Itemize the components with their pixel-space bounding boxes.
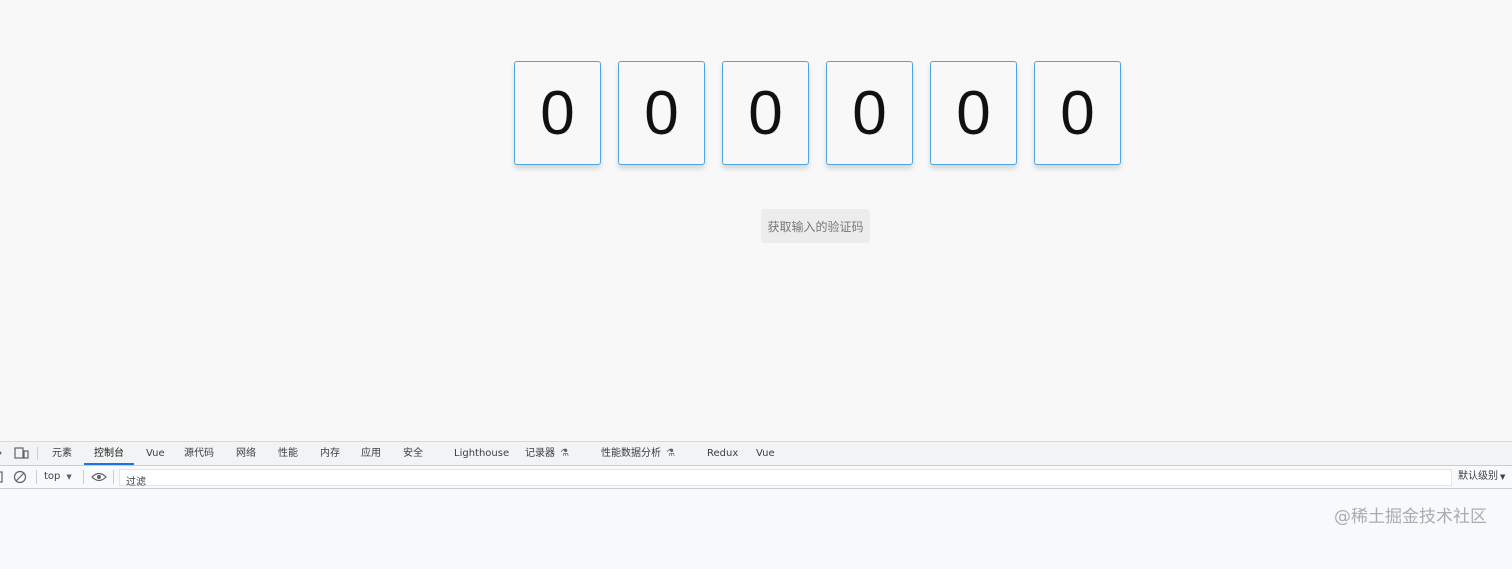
inspect-element-icon[interactable] xyxy=(0,447,3,462)
tab-lighthouse[interactable]: Lighthouse xyxy=(454,442,509,465)
caret-down-icon: ▼ xyxy=(1500,473,1506,481)
tab-redux[interactable]: Redux xyxy=(707,442,738,465)
caret-down-icon: ▼ xyxy=(66,473,72,481)
devtools-panel: 元素 控制台 Vue 源代码 网络 性能 内存 应用 安全 Lighthouse… xyxy=(0,441,1512,569)
clear-console-icon[interactable] xyxy=(13,470,27,487)
tab-performance-insights[interactable]: 性能数据分析 ⚗ xyxy=(601,442,675,465)
live-expression-icon[interactable] xyxy=(91,471,107,486)
site-watermark: @稀土掘金技术社区 xyxy=(1334,507,1487,527)
tab-divider xyxy=(37,447,38,460)
code-digit-box-6 xyxy=(1034,61,1121,165)
console-toolbar: top▼ 默认级别▼ xyxy=(0,466,1512,490)
code-digit-box-1 xyxy=(514,61,601,165)
sidebar-toggle-icon[interactable] xyxy=(0,471,4,486)
code-digit-input-1[interactable] xyxy=(517,65,598,161)
tab-performance-insights-label: 性能数据分析 xyxy=(601,448,661,459)
get-code-button[interactable]: 获取输入的验证码 xyxy=(761,209,870,243)
device-toolbar-icon[interactable] xyxy=(14,447,29,462)
tab-vue-2[interactable]: Vue xyxy=(756,442,775,465)
code-digit-box-4 xyxy=(826,61,913,165)
code-digit-box-3 xyxy=(722,61,809,165)
code-digit-input-2[interactable] xyxy=(621,65,702,161)
code-digit-input-5[interactable] xyxy=(933,65,1014,161)
code-digit-input-6[interactable] xyxy=(1037,65,1118,161)
tab-vue[interactable]: Vue xyxy=(146,442,165,465)
code-digit-input-4[interactable] xyxy=(829,65,910,161)
toolbar-divider xyxy=(113,470,114,484)
context-value: top xyxy=(44,471,61,482)
tab-network[interactable]: 网络 xyxy=(236,442,256,465)
log-levels-dropdown[interactable]: 默认级别 ▼ xyxy=(1458,470,1505,484)
verification-code-inputs xyxy=(514,61,1121,165)
tab-elements[interactable]: 元素 xyxy=(52,442,72,465)
experimental-flask-icon: ⚗ xyxy=(666,448,675,459)
code-digit-box-5 xyxy=(930,61,1017,165)
tab-application[interactable]: 应用 xyxy=(361,442,381,465)
console-filter-input[interactable] xyxy=(120,475,1446,490)
console-filter-box xyxy=(119,469,1452,490)
context-selector[interactable]: top ▼ xyxy=(44,470,72,484)
code-digit-input-3[interactable] xyxy=(725,65,806,161)
code-digit-box-2 xyxy=(618,61,705,165)
tab-security[interactable]: 安全 xyxy=(403,442,423,465)
tab-sources[interactable]: 源代码 xyxy=(184,442,214,465)
experimental-flask-icon: ⚗ xyxy=(560,448,569,459)
tab-performance[interactable]: 性能 xyxy=(278,442,298,465)
tab-console[interactable]: 控制台 xyxy=(84,442,134,465)
toolbar-divider xyxy=(36,470,37,484)
page-content: 获取输入的验证码 xyxy=(0,0,1512,441)
tab-memory[interactable]: 内存 xyxy=(320,442,340,465)
toolbar-divider xyxy=(83,470,84,484)
devtools-tab-bar: 元素 控制台 Vue 源代码 网络 性能 内存 应用 安全 Lighthouse… xyxy=(0,442,1512,466)
log-levels-label: 默认级别 xyxy=(1458,471,1498,482)
tab-recorder[interactable]: 记录器 ⚗ xyxy=(525,442,569,465)
tab-recorder-label: 记录器 xyxy=(525,448,555,459)
